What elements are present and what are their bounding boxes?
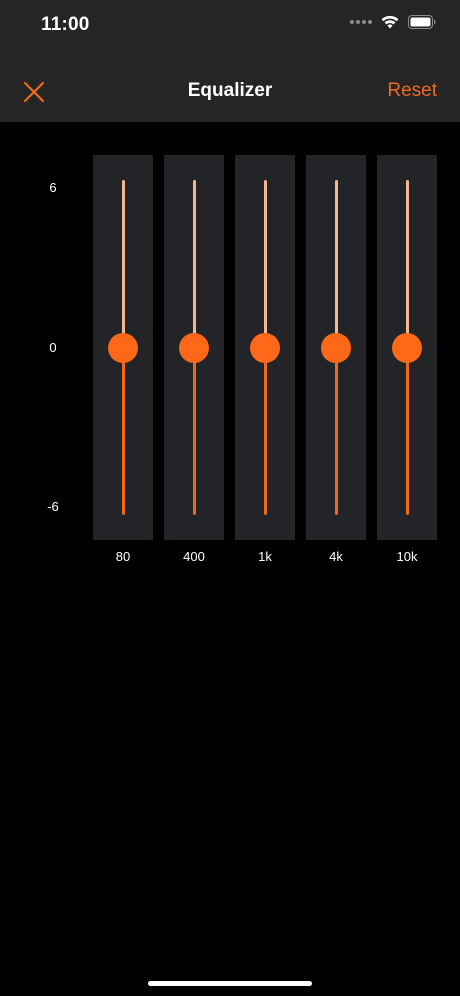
band-slider-80[interactable] xyxy=(93,155,153,540)
slider-track-upper xyxy=(334,180,338,348)
slider-track-upper xyxy=(263,180,267,348)
nav-bar: Equalizer Reset xyxy=(0,60,460,122)
band-slider-1k[interactable] xyxy=(235,155,295,540)
equalizer-panel: 6 0 -6 80 400 1k 4k 10k xyxy=(0,122,460,602)
slider-track-lower xyxy=(405,347,409,515)
battery-icon xyxy=(408,15,436,29)
home-indicator xyxy=(148,981,312,986)
band-label: 10k xyxy=(396,549,418,564)
slider-track-lower xyxy=(334,347,338,515)
band-slider-400[interactable] xyxy=(164,155,224,540)
band-slider-10k[interactable] xyxy=(377,155,437,540)
slider-track-upper xyxy=(192,180,196,348)
band-label: 80 xyxy=(115,549,131,564)
status-bar: 11:00 xyxy=(0,0,460,60)
scale-label-mid: 0 xyxy=(49,340,57,355)
slider-track-lower xyxy=(192,347,196,515)
slider-thumb[interactable] xyxy=(179,332,209,363)
slider-track-lower xyxy=(263,347,267,515)
scale-label-max: 6 xyxy=(49,180,57,195)
band-label: 4k xyxy=(329,549,343,564)
band-label: 400 xyxy=(183,549,205,564)
signal-dots-icon xyxy=(350,20,372,24)
status-time: 11:00 xyxy=(41,14,90,35)
wifi-icon xyxy=(381,15,399,29)
slider-thumb[interactable] xyxy=(108,332,138,363)
slider-thumb[interactable] xyxy=(392,332,422,363)
band-label: 1k xyxy=(258,549,272,564)
slider-track-upper xyxy=(405,180,409,348)
slider-track-lower xyxy=(121,347,125,515)
status-icons xyxy=(350,14,436,30)
slider-thumb[interactable] xyxy=(321,332,351,363)
band-slider-4k[interactable] xyxy=(306,155,366,540)
reset-button[interactable]: Reset xyxy=(387,80,437,102)
slider-thumb[interactable] xyxy=(250,332,280,363)
scale-label-min: -6 xyxy=(47,499,59,514)
slider-track-upper xyxy=(121,180,125,348)
